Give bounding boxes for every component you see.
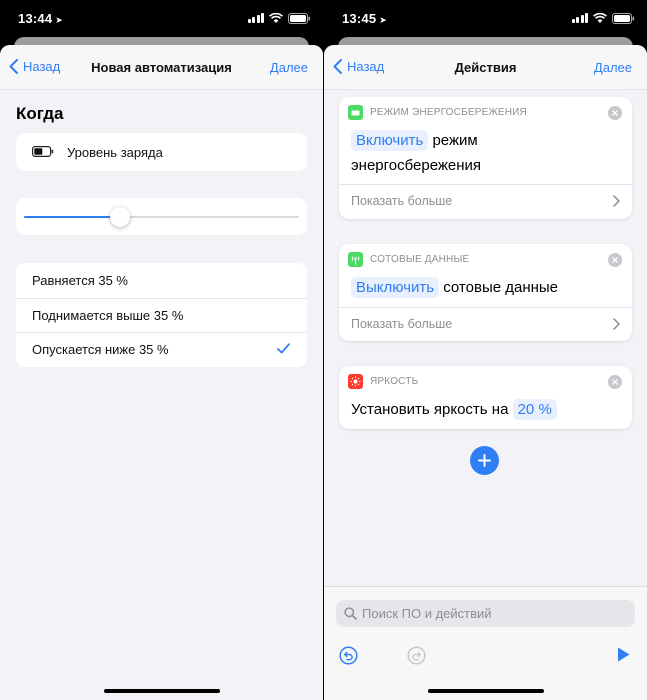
battery-level-slider[interactable] xyxy=(16,198,307,235)
navigation-bar: Назад Новая автоматизация Далее xyxy=(0,45,323,90)
status-bar: 13:45 ➤ xyxy=(324,0,647,36)
search-bar[interactable] xyxy=(336,600,635,627)
section-title: Когда xyxy=(16,104,64,123)
toggle-parameter[interactable]: Включить xyxy=(351,130,429,151)
option-label: Равняется 35 % xyxy=(32,272,128,288)
undo-button[interactable] xyxy=(339,646,358,670)
sun-icon xyxy=(348,374,363,389)
navigation-bar: Назад Действия Далее xyxy=(324,45,647,90)
cellular-signal-icon xyxy=(571,13,588,23)
cellular-signal-icon xyxy=(247,13,264,23)
status-bar: 13:44 ➤ xyxy=(0,0,323,36)
action-card-low-power: РЕЖИМ ЭНЕРГОСБЕРЕЖЕНИЯ Включить режим эн… xyxy=(339,97,632,219)
slider-thumb[interactable] xyxy=(110,207,131,227)
redo-button[interactable] xyxy=(407,646,426,670)
option-equals[interactable]: Равняется 35 % xyxy=(16,263,307,298)
option-label: Опускается ниже 35 % xyxy=(32,342,169,358)
slider-track[interactable] xyxy=(24,207,299,227)
close-icon xyxy=(612,110,618,116)
trigger-battery-level[interactable]: Уровень заряда xyxy=(16,133,307,171)
home-indicator xyxy=(427,689,544,693)
automation-actions-screen: 13:45 ➤ Назад Действия Далее РЕЖИМ ЭНЕРГО… xyxy=(324,0,647,700)
show-more-label: Показать больше xyxy=(351,317,453,331)
trigger-label: Уровень заряда xyxy=(67,144,163,160)
action-app-name: РЕЖИМ ЭНЕРГОСБЕРЕЖЕНИЯ xyxy=(370,107,527,118)
run-button[interactable] xyxy=(616,646,631,668)
home-indicator xyxy=(103,689,220,693)
slider-fill xyxy=(24,216,121,218)
action-text-continued: энергосбережения xyxy=(351,157,482,174)
search-icon xyxy=(344,607,357,620)
redo-icon xyxy=(407,646,426,665)
checkmark-icon xyxy=(277,343,290,354)
remove-action-button[interactable] xyxy=(608,106,622,120)
action-search-panel xyxy=(324,586,647,700)
close-icon xyxy=(612,379,618,385)
play-icon xyxy=(618,647,630,662)
next-button[interactable]: Далее xyxy=(594,60,632,75)
action-card-brightness: ЯРКОСТЬ Установить яркость на 20 % xyxy=(339,366,632,429)
action-text: Установить яркость на xyxy=(351,401,509,418)
close-icon xyxy=(612,257,618,263)
remove-action-button[interactable] xyxy=(608,253,622,267)
wifi-icon xyxy=(593,13,607,23)
undo-icon xyxy=(339,646,358,665)
plus-icon xyxy=(478,454,491,467)
chevron-right-icon xyxy=(613,195,620,207)
action-app-name: ЯРКОСТЬ xyxy=(370,376,419,387)
automation-trigger-screen: 13:44 ➤ Назад Новая автоматизация Далее К… xyxy=(0,0,323,700)
condition-options: Равняется 35 % Поднимается выше 35 % Опу… xyxy=(16,263,307,367)
show-more-button[interactable]: Показать больше xyxy=(339,184,632,217)
next-button[interactable]: Далее xyxy=(270,60,308,75)
option-rises-above[interactable]: Поднимается выше 35 % xyxy=(16,297,307,333)
option-falls-below[interactable]: Опускается ниже 35 % xyxy=(16,332,307,367)
location-arrow-icon: ➤ xyxy=(55,15,63,25)
action-card-cellular-data: СОТОВЫЕ ДАННЫЕ Выключить сотовые данные … xyxy=(339,244,632,341)
status-time: 13:45 xyxy=(342,11,377,26)
action-text: сотовые данные xyxy=(443,279,559,296)
battery-icon xyxy=(288,12,311,24)
brightness-value-parameter[interactable]: 20 % xyxy=(512,399,557,420)
action-app-name: СОТОВЫЕ ДАННЫЕ xyxy=(370,254,470,265)
chevron-right-icon xyxy=(613,318,620,330)
add-action-button[interactable] xyxy=(470,446,499,475)
battery-icon xyxy=(32,145,54,160)
show-more-button[interactable]: Показать больше xyxy=(339,307,632,340)
status-time: 13:44 xyxy=(18,11,53,26)
option-label: Поднимается выше 35 % xyxy=(32,307,184,323)
location-arrow-icon: ➤ xyxy=(379,15,387,25)
remove-action-button[interactable] xyxy=(608,375,622,389)
battery-icon xyxy=(348,105,363,120)
antenna-icon xyxy=(348,252,363,267)
search-input[interactable] xyxy=(362,606,602,621)
action-text: режим xyxy=(432,132,478,149)
toggle-parameter[interactable]: Выключить xyxy=(351,277,440,298)
battery-icon xyxy=(612,12,635,24)
show-more-label: Показать больше xyxy=(351,194,453,208)
wifi-icon xyxy=(269,13,283,23)
